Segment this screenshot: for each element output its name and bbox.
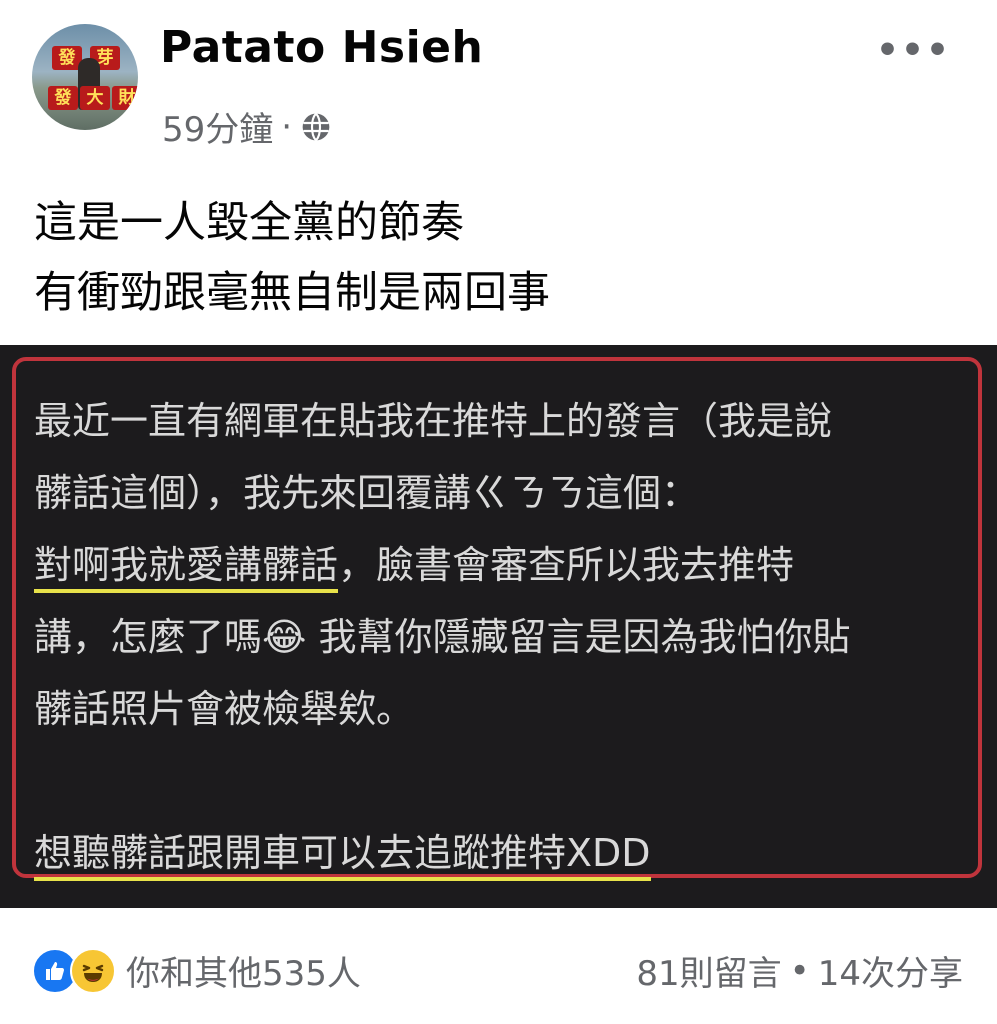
quote-line-rest: ，臉書會審查所以我去推特 bbox=[338, 543, 795, 587]
comments-count[interactable]: 81則留言 bbox=[636, 946, 781, 995]
quote-line: 髒話這個），我先來回覆講ㄍㄋㄋ這個： bbox=[34, 471, 700, 515]
stats-separator: • bbox=[789, 950, 810, 991]
post-footer: 你和其他535人 81則留言 • 14次分享 bbox=[0, 908, 997, 1024]
avatar-seal: 財 bbox=[112, 86, 138, 110]
reactions-summary[interactable]: 你和其他535人 bbox=[32, 946, 361, 995]
post-text-line: 這是一人毀全黨的節奏 bbox=[34, 198, 464, 248]
post-time[interactable]: 59分鐘 bbox=[162, 102, 273, 151]
engagement-stats: 81則留言 • 14次分享 bbox=[636, 946, 963, 995]
laughing-emoji-icon: 😂 bbox=[262, 615, 307, 659]
underlined-phrase: 想聽髒話跟開車可以去追蹤推特XDD bbox=[34, 831, 651, 881]
reactions-count: 你和其他535人 bbox=[126, 954, 361, 994]
quote-line: 對啊我就愛講髒話，臉書會審查所以我去推特 bbox=[34, 529, 974, 601]
quote-line: 講，怎麼了嗎😂 我幫你隱藏留言是因為我怕你貼 bbox=[34, 601, 974, 673]
avatar-seal: 發 bbox=[48, 86, 78, 110]
avatar-seal: 大 bbox=[80, 86, 110, 110]
quote-line-before-emoji: 講，怎麼了嗎 bbox=[34, 615, 263, 659]
author-avatar[interactable]: 發 芽 發 大 財 bbox=[32, 24, 138, 130]
more-options-button[interactable]: ••• bbox=[876, 30, 951, 71]
author-name[interactable]: Patato Hsieh bbox=[160, 22, 483, 73]
post-text: 這是一人毀全黨的節奏 有衝勁跟毫無自制是兩回事 bbox=[34, 188, 550, 328]
post-meta: 59分鐘 · bbox=[162, 102, 332, 151]
quote-line: 髒話照片會被檢舉欸。 bbox=[34, 687, 415, 731]
quote-line: 想聽髒話跟開車可以去追蹤推特XDD bbox=[34, 817, 974, 889]
globe-icon[interactable] bbox=[300, 111, 332, 143]
quote-line: 最近一直有網軍在貼我在推特上的發言（我是說 bbox=[34, 399, 833, 443]
quote-line-after-emoji: 我幫你隱藏留言是因為我怕你貼 bbox=[306, 615, 851, 659]
underlined-phrase: 對啊我就愛講髒話 bbox=[34, 543, 339, 593]
haha-icon bbox=[70, 947, 116, 994]
quoted-comment: 最近一直有網軍在貼我在推特上的發言（我是說 髒話這個），我先來回覆講ㄍㄋㄋ這個：… bbox=[34, 385, 974, 889]
post-image[interactable]: 最近一直有網軍在貼我在推特上的發言（我是說 髒話這個），我先來回覆講ㄍㄋㄋ這個：… bbox=[0, 345, 997, 908]
meta-separator: · bbox=[281, 106, 293, 147]
shares-count[interactable]: 14次分享 bbox=[818, 946, 963, 995]
post-text-line: 有衝勁跟毫無自制是兩回事 bbox=[34, 268, 550, 318]
quote-blank-line bbox=[34, 745, 974, 817]
